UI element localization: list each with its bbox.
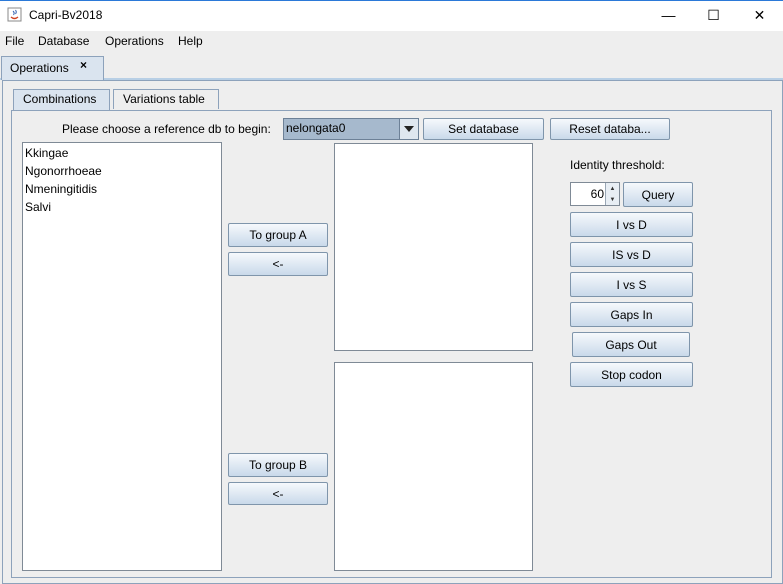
menu-help[interactable]: Help [178, 34, 203, 48]
tab-variations-table-label: Variations table [123, 92, 205, 106]
chevron-down-icon[interactable] [399, 119, 418, 139]
group-b-list[interactable] [334, 362, 533, 571]
is-vs-d-button[interactable]: IS vs D [570, 242, 693, 267]
set-database-button[interactable]: Set database [423, 118, 544, 140]
list-item[interactable]: Ngonorrhoeae [25, 164, 102, 178]
remove-from-group-b-button[interactable]: <- [228, 482, 328, 505]
reference-db-label: Please choose a reference db to begin: [62, 122, 271, 136]
i-vs-s-button[interactable]: I vs S [570, 272, 693, 297]
list-item[interactable]: Nmeningitidis [25, 182, 97, 196]
reset-database-button[interactable]: Reset databa... [550, 118, 670, 140]
query-button[interactable]: Query [623, 182, 693, 207]
identity-threshold-value[interactable]: 60 [584, 187, 604, 201]
menu-database[interactable]: Database [38, 34, 89, 48]
i-vs-d-button[interactable]: I vs D [570, 212, 693, 237]
list-item[interactable]: Salvi [25, 200, 51, 214]
tab-close-icon[interactable]: × [80, 58, 87, 72]
menu-operations[interactable]: Operations [105, 34, 164, 48]
tab-operations-label: Operations [10, 61, 69, 75]
stop-codon-button[interactable]: Stop codon [570, 362, 693, 387]
close-button[interactable]: ✕ [737, 0, 782, 30]
list-item[interactable]: Kkingae [25, 146, 68, 160]
spinner-up-icon[interactable]: ▲ [605, 183, 619, 194]
spinner-down-icon[interactable]: ▼ [605, 194, 619, 205]
tab-combinations-label: Combinations [23, 92, 97, 106]
gaps-out-button[interactable]: Gaps Out [572, 332, 690, 357]
gaps-in-button[interactable]: Gaps In [570, 302, 693, 327]
remove-from-group-a-button[interactable]: <- [228, 252, 328, 276]
to-group-a-button[interactable]: To group A [228, 223, 328, 247]
group-a-list[interactable] [334, 143, 533, 351]
minimize-button[interactable]: — [646, 0, 691, 30]
to-group-b-button[interactable]: To group B [228, 453, 328, 477]
java-app-icon [7, 7, 22, 22]
identity-threshold-label: Identity threshold: [570, 158, 665, 172]
maximize-button[interactable]: ☐ [691, 0, 736, 30]
window-title: Capri-Bv2018 [29, 8, 103, 22]
outer-tab-strip [0, 53, 783, 80]
reference-db-value: nelongata0 [286, 121, 346, 135]
species-list[interactable]: Kkingae Ngonorrhoeae Nmeningitidis Salvi [22, 142, 222, 571]
menu-file[interactable]: File [5, 34, 24, 48]
dropdown-arrow-icon [404, 126, 414, 132]
